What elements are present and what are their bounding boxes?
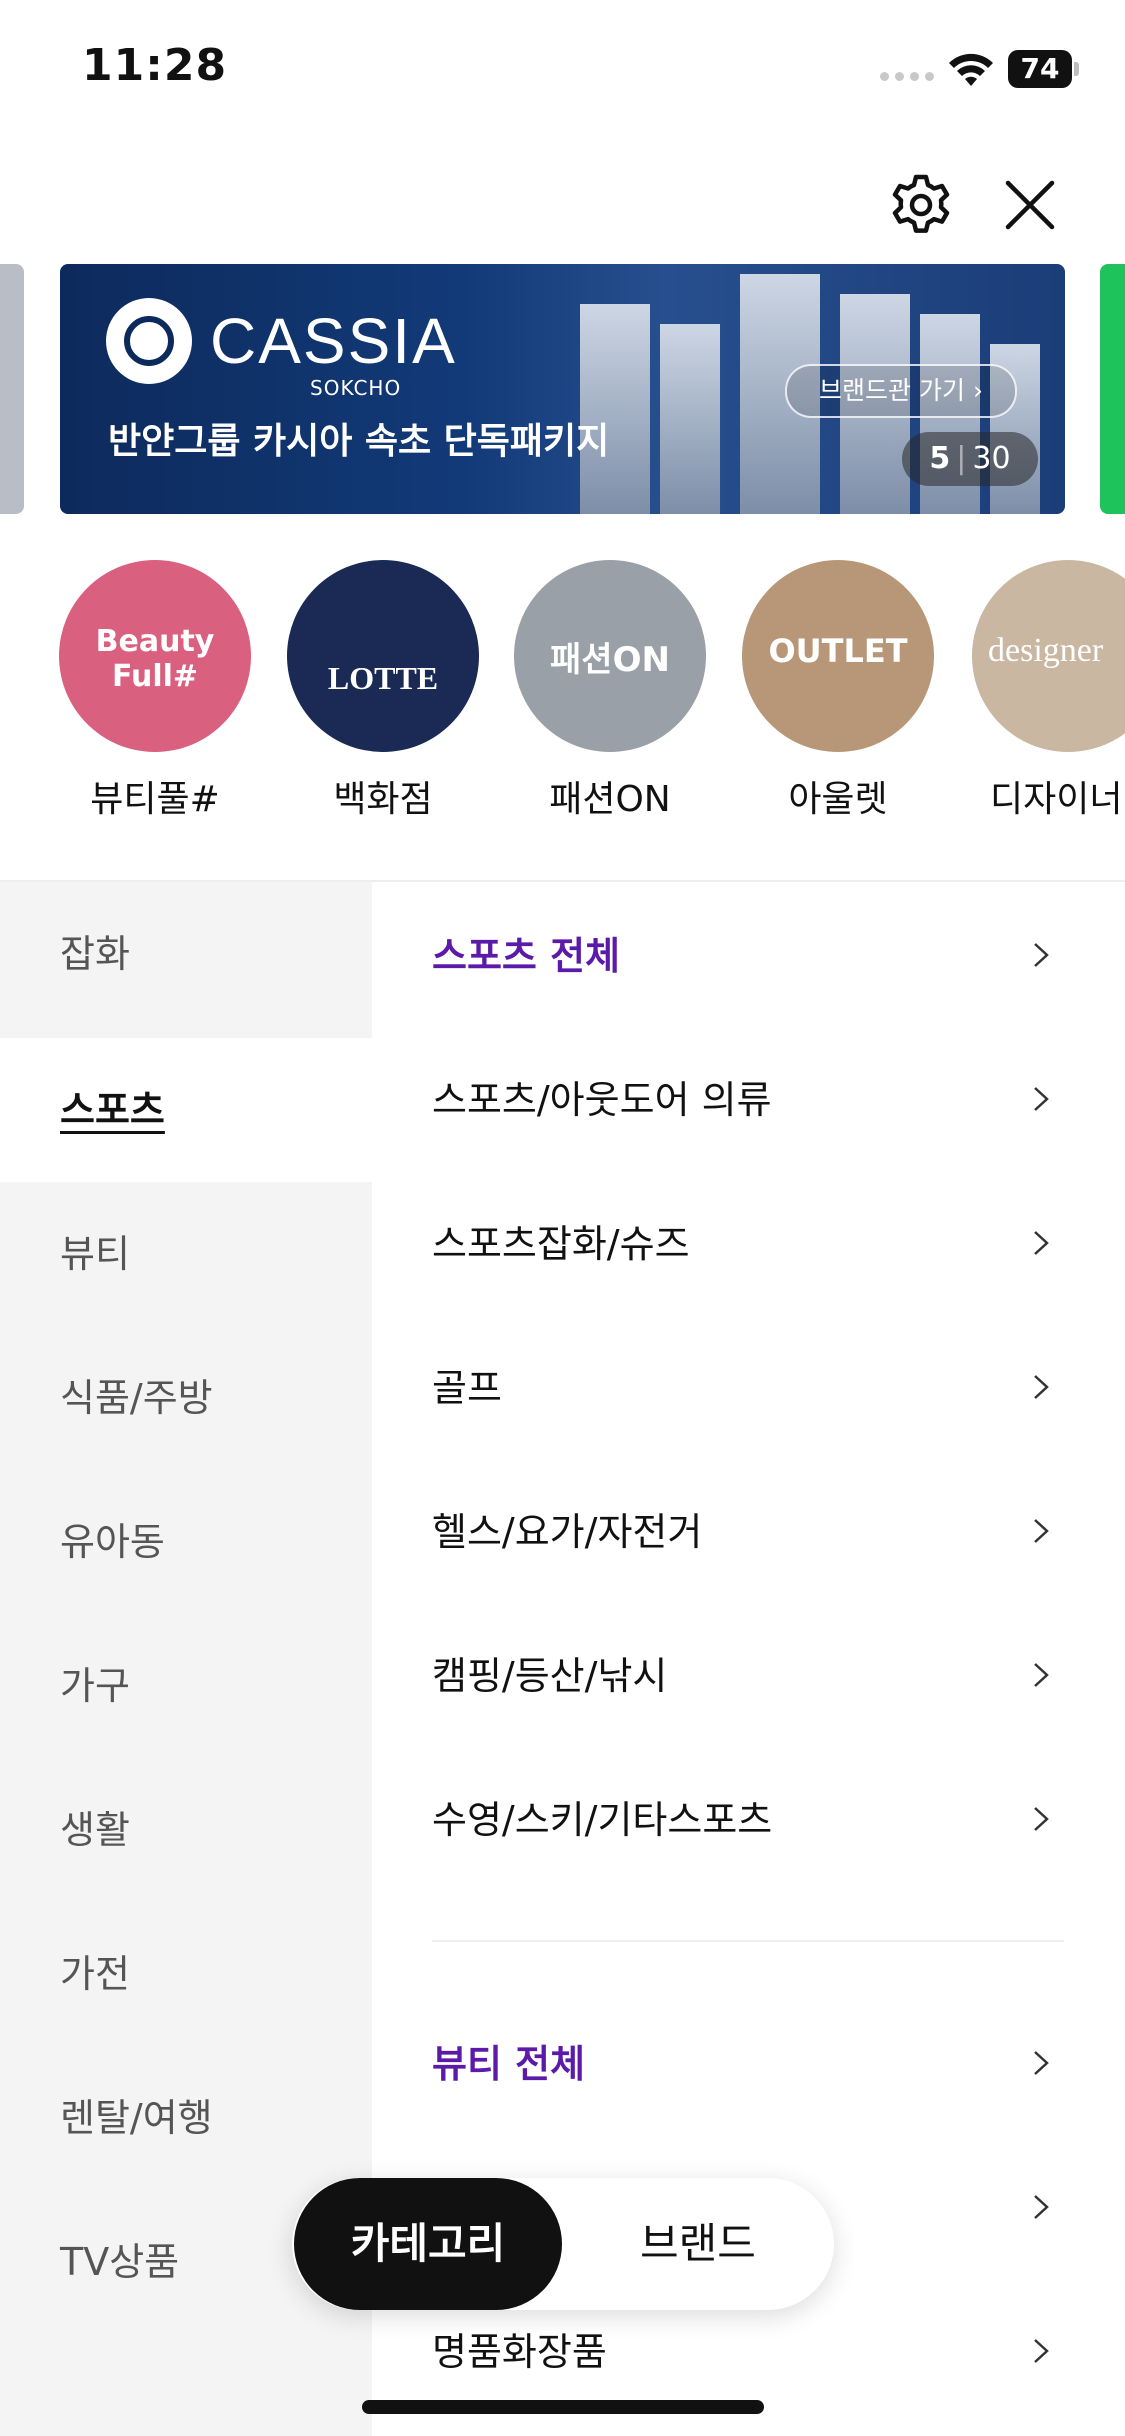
category-item-rental-travel[interactable]: 렌탈/여행 <box>0 2046 372 2190</box>
shortcut-label: 백화점 <box>333 779 433 820</box>
shortcut-fashion-on[interactable]: 패션ON 패션ON <box>510 560 710 822</box>
banner-page-counter: 5 | 30 <box>902 432 1038 486</box>
chevron-right-icon <box>1034 2339 1049 2363</box>
banner-current: 5 <box>929 441 951 476</box>
battery-icon: 74 <box>1008 50 1079 88</box>
chevron-right-icon <box>1034 1519 1049 1543</box>
shortcut-beauty[interactable]: Beauty Full# 뷰티풀# <box>55 560 255 822</box>
subcategory-label: 골프 <box>432 1366 502 1410</box>
banner-total: 30 <box>972 441 1011 476</box>
category-item-furniture[interactable]: 가구 <box>0 1614 372 1758</box>
brand-shop-button[interactable]: 브랜드관 가기 › <box>785 364 1017 418</box>
close-icon[interactable] <box>1000 175 1060 235</box>
category-label: 스포츠 <box>60 1088 165 1132</box>
category-label: 가구 <box>60 1664 130 1708</box>
wifi-icon <box>949 53 993 86</box>
chevron-right-icon <box>1034 1807 1049 1831</box>
battery-level: 74 <box>1008 50 1072 88</box>
banner-headline: 반얀그룹 카시아 속초 단독패키지 <box>108 421 610 462</box>
subcategory-sports-all[interactable]: 스포츠 전체 <box>432 884 1064 1028</box>
shortcut-label: 아울렛 <box>788 779 888 820</box>
category-label: 가전 <box>60 1952 130 1996</box>
banner-next-peek[interactable] <box>1100 264 1125 514</box>
category-label: 생활 <box>60 1808 130 1852</box>
category-label: 유아동 <box>60 1520 165 1564</box>
status-time: 11:28 <box>82 40 228 91</box>
category-item-kids[interactable]: 유아동 <box>0 1470 372 1614</box>
shortcut-department-store-image: LOTTE <box>287 560 479 752</box>
shortcut-beauty-image: Beauty Full# <box>59 560 251 752</box>
shortcut-fashion-on-overlay: 패션ON <box>550 640 670 680</box>
category-item-beauty[interactable]: 뷰티 <box>0 1182 372 1326</box>
category-item-misc[interactable]: 잡화 <box>0 882 372 1026</box>
cellular-signal-icon <box>880 72 934 81</box>
shortcut-department-store-overlay: LOTTE <box>327 660 439 696</box>
subcategory-item[interactable]: 스포츠잡화/슈즈 <box>432 1172 1064 1316</box>
subcategory-label: 뷰티 전체 <box>432 2042 586 2086</box>
subcategory-item[interactable]: 캠핑/등산/낚시 <box>432 1604 1064 1748</box>
subcategory-label: 스포츠잡화/슈즈 <box>432 1222 690 1266</box>
shortcut-outlet-overlay: OUTLET <box>768 632 908 670</box>
cassia-logo-icon <box>106 298 192 384</box>
status-bar: 11:28 74 <box>0 0 1125 140</box>
subcategory-item[interactable]: 스포츠/아웃도어 의류 <box>432 1028 1064 1172</box>
banner-brand-sub: SOKCHO <box>310 376 402 400</box>
category-label: 식품/주방 <box>60 1376 213 1420</box>
chevron-right-icon <box>1034 2195 1049 2219</box>
shortcut-fashion-on-image: 패션ON <box>514 560 706 752</box>
home-indicator[interactable] <box>362 2400 764 2414</box>
chevron-right-icon <box>1034 943 1049 967</box>
category-item-living[interactable]: 생활 <box>0 1758 372 1902</box>
subcategory-item[interactable]: 헬스/요가/자전거 <box>432 1460 1064 1604</box>
shortcut-label: 디자이너 <box>990 779 1123 820</box>
shortcut-designer-image: designer <box>972 560 1125 752</box>
shortcut-designer[interactable]: designer 디자이너 <box>966 560 1125 822</box>
chevron-right-icon <box>1034 1375 1049 1399</box>
subcategory-label: 명품화장품 <box>432 2330 607 2374</box>
subcategory-label: 스포츠 전체 <box>432 934 621 978</box>
shortcut-outlet[interactable]: OUTLET 아울렛 <box>738 560 938 822</box>
category-label: 잡화 <box>60 932 130 976</box>
chevron-right-icon <box>1034 2051 1049 2075</box>
shortcut-label: 패션ON <box>549 779 671 820</box>
shortcut-beauty-overlay: Beauty Full# <box>95 624 215 694</box>
category-tab-button[interactable]: 카테고리 <box>294 2178 562 2310</box>
category-item-sports[interactable]: 스포츠 <box>0 1038 372 1182</box>
shortcut-label: 뷰티풀# <box>90 779 220 820</box>
category-label: TV상품 <box>60 2240 180 2284</box>
category-label: 렌탈/여행 <box>60 2096 213 2140</box>
subcategory-beauty-all[interactable]: 뷰티 전체 <box>432 1992 1064 2136</box>
chevron-right-icon <box>1034 1231 1049 1255</box>
chevron-right-icon <box>1034 1663 1049 1687</box>
subcategory-label: 헬스/요가/자전거 <box>432 1510 703 1554</box>
shortcut-designer-overlay: designer <box>988 632 1104 669</box>
subcategory-label: 스포츠/아웃도어 의류 <box>432 1078 772 1122</box>
subcategory-item[interactable]: 골프 <box>432 1316 1064 1460</box>
chevron-right-icon <box>1034 1087 1049 1111</box>
promo-banner[interactable]: CASSIA SOKCHO 반얀그룹 카시아 속초 단독패키지 브랜드관 가기 … <box>60 264 1065 514</box>
brand-tab-button[interactable]: 브랜드 <box>588 2178 808 2310</box>
shortcut-outlet-image: OUTLET <box>742 560 934 752</box>
shortcut-department-store[interactable]: LOTTE 백화점 <box>283 560 483 822</box>
category-label: 뷰티 <box>60 1232 130 1276</box>
subcategory-item[interactable]: 수영/스키/기타스포츠 <box>432 1748 1064 1892</box>
category-item-appliances[interactable]: 가전 <box>0 1902 372 2046</box>
banner-brand: CASSIA <box>210 305 457 377</box>
category-brand-toggle: 카테고리 브랜드 <box>292 2178 834 2310</box>
banner-previous-peek[interactable] <box>0 264 24 514</box>
subcategory-label: 수영/스키/기타스포츠 <box>432 1798 773 1842</box>
gear-icon[interactable] <box>888 172 954 238</box>
category-item-food-kitchen[interactable]: 식품/주방 <box>0 1326 372 1470</box>
subcategory-label: 캠핑/등산/낚시 <box>432 1654 668 1698</box>
group-divider <box>432 1940 1064 1942</box>
